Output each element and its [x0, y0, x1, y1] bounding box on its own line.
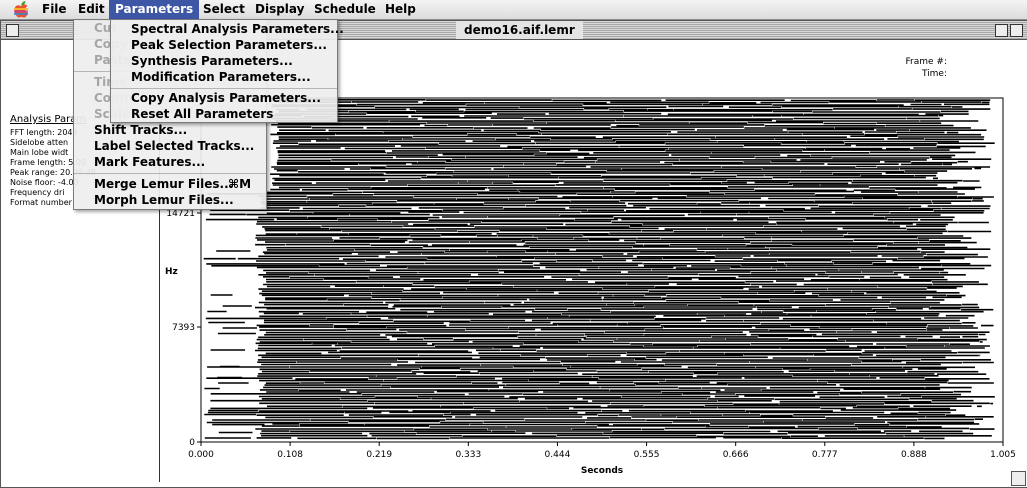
- x-axis-label: Seconds: [581, 466, 623, 476]
- x-tick-label: 0.666: [723, 450, 749, 460]
- menu-item-synthesis-parameters[interactable]: Synthesis Parameters...: [111, 53, 337, 69]
- apple-menu-icon[interactable]: [12, 1, 30, 18]
- close-box-icon[interactable]: [6, 24, 19, 37]
- y-tick-label: 0: [189, 438, 195, 448]
- x-tick-label: 0.000: [188, 450, 214, 460]
- y-axis-label: Hz: [165, 267, 178, 277]
- track-lines: [203, 98, 995, 440]
- menu-file[interactable]: File: [36, 0, 73, 19]
- menu-schedule[interactable]: Schedule: [308, 0, 382, 19]
- merge-label: Merge Lemur Files...: [94, 177, 234, 191]
- menu-display[interactable]: Display: [249, 0, 310, 19]
- menu-separator: [74, 173, 266, 174]
- y-tick-label: 7393: [172, 323, 195, 333]
- menu-item-label-selected-tracks[interactable]: Label Selected Tracks...: [74, 138, 266, 154]
- info-line: Frequency dri: [10, 188, 65, 197]
- menu-separator: [111, 88, 337, 89]
- menu-item-mark-features[interactable]: Mark Features...: [74, 154, 266, 170]
- x-tick-label: 0.333: [455, 450, 481, 460]
- partial-tracks: [203, 98, 995, 440]
- x-tick-label: 0.444: [545, 450, 571, 460]
- x-tick-label: 0.108: [277, 450, 303, 460]
- info-line: Main lobe widt: [10, 148, 69, 157]
- info-line: Sidelobe atten: [10, 138, 69, 147]
- menu-item-modification-parameters[interactable]: Modification Parameters...: [111, 69, 337, 85]
- merge-shortcut: ⌘M: [228, 177, 252, 191]
- x-tick-label: 0.888: [901, 450, 927, 460]
- info-line: FFT length: 2048: [10, 128, 78, 137]
- parameters-menu-dropdown: Spectral Analysis Parameters... Peak Sel…: [110, 19, 344, 123]
- menu-help[interactable]: Help: [379, 0, 422, 19]
- menu-item-spectral-analysis-parameters[interactable]: Spectral Analysis Parameters...: [111, 21, 344, 37]
- x-tick-label: 0.777: [812, 450, 838, 460]
- menu-edit[interactable]: Edit: [72, 0, 111, 19]
- menu-item-merge-lemur-files[interactable]: Merge Lemur Files... ⌘M: [74, 176, 266, 192]
- x-tick-label: 0.555: [634, 450, 660, 460]
- menu-select[interactable]: Select: [197, 0, 251, 19]
- menu-item-copy-analysis-parameters[interactable]: Copy Analysis Parameters...: [111, 90, 337, 106]
- menu-bar: File Edit Parameters Select Display Sche…: [0, 0, 1027, 20]
- menu-item-reset-all-parameters[interactable]: Reset All Parameters: [111, 106, 337, 122]
- y-tick-label: 14721: [166, 209, 195, 219]
- menu-item-morph-lemur-files[interactable]: Morph Lemur Files...: [74, 192, 266, 208]
- menu-parameters[interactable]: Parameters: [109, 0, 200, 19]
- x-tick-label: 0.219: [366, 450, 392, 460]
- info-line: Format number: [10, 198, 72, 207]
- menu-item-shift-tracks[interactable]: Shift Tracks...: [74, 122, 266, 138]
- resize-handle-icon[interactable]: [1011, 471, 1026, 486]
- x-tick-label: 1.005: [990, 450, 1016, 460]
- info-line: Noise floor: -4.00: [10, 178, 79, 187]
- menu-item-peak-selection-parameters[interactable]: Peak Selection Parameters...: [111, 37, 337, 53]
